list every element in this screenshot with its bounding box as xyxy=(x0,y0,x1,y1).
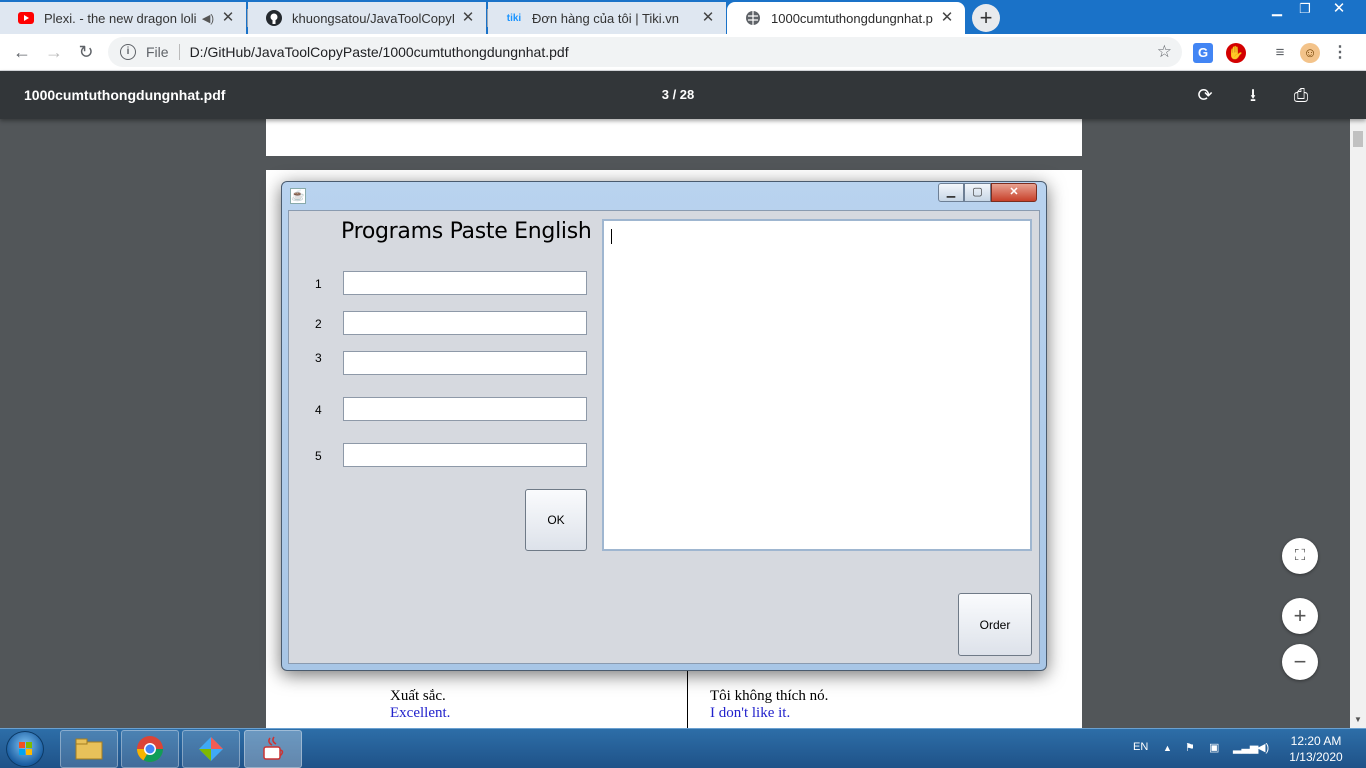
java-content-panel: Programs Paste English 1 2 3 4 5 OK Orde… xyxy=(288,210,1040,664)
english-field-3[interactable] xyxy=(343,351,587,375)
java-icon: ☕ xyxy=(290,188,306,204)
language-indicator[interactable]: EN xyxy=(1133,741,1148,753)
phrase-vietnamese: Xuất sắc. xyxy=(390,688,446,704)
device-icon[interactable]: ▣ xyxy=(1209,741,1219,754)
tab-tiki[interactable]: tiki Đơn hàng của tôi | Tiki.vn ✕ xyxy=(488,2,726,34)
close-tab-icon[interactable]: ✕ xyxy=(220,10,236,26)
tab-title: Plexi. - the new dragon loli g xyxy=(44,10,198,26)
close-tab-icon[interactable]: ✕ xyxy=(460,10,476,26)
taskbar-explorer[interactable] xyxy=(60,730,118,768)
page-indicator[interactable]: 3 / 28 xyxy=(0,87,1356,102)
phrase-vietnamese: Tôi không thích nó. xyxy=(710,688,829,704)
field-label-4: 4 xyxy=(315,403,322,417)
windows-taskbar: EN ▲ ⚑ ▣ ▂▃▅ ◀) 12:20 AM 1/13/2020 xyxy=(0,728,1366,768)
english-field-5[interactable] xyxy=(343,443,587,467)
fit-page-button[interactable]: ⛶ xyxy=(1282,538,1318,574)
rotate-icon[interactable]: ⟳ xyxy=(1193,83,1217,107)
reload-button[interactable]: ↻ xyxy=(74,40,98,64)
url-text[interactable]: D:/GitHub/JavaToolCopyPaste/1000cumtutho… xyxy=(190,44,569,60)
field-label-2: 2 xyxy=(315,317,322,331)
bookmark-star-icon[interactable]: ☆ xyxy=(1157,42,1172,62)
speaker-icon[interactable]: ◀) xyxy=(202,12,214,25)
taskbar-chrome[interactable] xyxy=(121,730,179,768)
pdf-page-previous xyxy=(266,119,1082,156)
google-translate-icon[interactable]: G xyxy=(1193,43,1213,63)
tab-title: Đơn hàng của tôi | Tiki.vn xyxy=(532,10,680,26)
info-icon[interactable]: i xyxy=(120,44,136,60)
browser-menu-icon[interactable]: ⋮ xyxy=(1330,43,1350,63)
java-icon xyxy=(263,736,284,760)
phrase-english: I don't like it. xyxy=(710,705,791,721)
clock-date: 1/13/2020 xyxy=(1289,750,1343,764)
close-button[interactable]: ✕ xyxy=(991,183,1037,202)
maximize-window-button[interactable]: ❐ xyxy=(1290,0,1320,20)
scroll-thumb[interactable] xyxy=(1353,131,1363,147)
forward-button[interactable]: → xyxy=(42,40,66,64)
close-tab-icon[interactable]: ✕ xyxy=(700,10,716,26)
folder-icon xyxy=(75,738,103,760)
network-signal-icon[interactable]: ▂▃▅ xyxy=(1233,741,1258,754)
youtube-icon xyxy=(18,10,34,26)
profile-avatar-icon[interactable]: ☺ xyxy=(1300,43,1320,63)
show-hidden-icons[interactable]: ▲ xyxy=(1163,743,1172,753)
field-label-3: 3 xyxy=(315,351,322,365)
ok-button[interactable]: OK xyxy=(525,489,587,551)
system-clock[interactable]: 12:20 AM 1/13/2020 xyxy=(1280,733,1352,765)
app-diamond-icon xyxy=(199,737,223,761)
app-title: Programs Paste English xyxy=(341,219,592,244)
taskbar-java[interactable] xyxy=(244,730,302,768)
tab-title: khuongsatou/JavaToolCopyPaste xyxy=(292,10,454,26)
phrase-english: Excellent. xyxy=(390,705,451,721)
omnibox-divider xyxy=(178,44,180,60)
browser-toolbar: ← → ↻ i File D:/GitHub/JavaToolCopyPaste… xyxy=(0,34,1366,71)
pdf-toolbar: 1000cumtuthongdungnhat.pdf 3 / 28 ⟳ ⭳ ⎙ xyxy=(0,71,1366,119)
back-button[interactable]: ← xyxy=(10,40,34,64)
start-button[interactable] xyxy=(6,731,44,767)
adblock-icon[interactable]: ✋ xyxy=(1226,43,1246,63)
close-window-button[interactable]: ✕ xyxy=(1324,0,1354,20)
english-field-1[interactable] xyxy=(343,271,587,295)
text-caret xyxy=(611,229,612,244)
taskbar-app[interactable] xyxy=(182,730,240,768)
minimize-button[interactable]: ▁ xyxy=(938,183,964,202)
action-center-flag-icon[interactable]: ⚑ xyxy=(1185,741,1195,754)
tab-pdf[interactable]: 1000cumtuthongdungnhat.pdf ✕ xyxy=(727,2,965,34)
maximize-button[interactable]: ▢ xyxy=(964,183,991,202)
english-field-2[interactable] xyxy=(343,311,587,335)
clock-time: 12:20 AM xyxy=(1290,734,1342,748)
zoom-out-button[interactable]: − xyxy=(1282,644,1318,680)
windows-logo-icon xyxy=(19,742,32,755)
order-button[interactable]: Order xyxy=(958,593,1032,656)
new-tab-button[interactable]: + xyxy=(972,4,1000,32)
browser-tab-strip: Plexi. - the new dragon loli g ◀) ✕ khuo… xyxy=(0,0,1366,34)
zoom-in-button[interactable]: + xyxy=(1282,598,1318,634)
tab-youtube[interactable]: Plexi. - the new dragon loli g ◀) ✕ xyxy=(0,2,246,34)
volume-icon[interactable]: ◀) xyxy=(1257,741,1269,754)
github-icon xyxy=(266,10,282,26)
tiki-icon: tiki xyxy=(506,12,522,24)
address-bar[interactable]: i File D:/GitHub/JavaToolCopyPaste/1000c… xyxy=(108,37,1182,67)
chrome-icon xyxy=(136,736,164,763)
media-control-icon[interactable]: ≡ xyxy=(1270,43,1290,63)
vertical-scrollbar[interactable]: ▲ ▼ xyxy=(1350,71,1366,728)
table-divider xyxy=(687,670,688,728)
download-icon[interactable]: ⭳ xyxy=(1241,83,1265,107)
java-app-window: ☕ ▁ ▢ ✕ Programs Paste English 1 2 3 4 5… xyxy=(281,181,1047,671)
close-tab-icon[interactable]: ✕ xyxy=(939,10,955,26)
scroll-down-arrow[interactable]: ▼ xyxy=(1350,713,1366,727)
print-icon[interactable]: ⎙ xyxy=(1289,83,1313,107)
output-textarea[interactable] xyxy=(602,219,1032,551)
tab-title: 1000cumtuthongdungnhat.pdf xyxy=(771,10,933,26)
field-label-1: 1 xyxy=(315,277,322,291)
tab-github[interactable]: khuongsatou/JavaToolCopyPaste ✕ xyxy=(248,2,486,34)
url-scheme: File xyxy=(146,44,169,60)
english-field-4[interactable] xyxy=(343,397,587,421)
field-label-5: 5 xyxy=(315,449,322,463)
globe-icon xyxy=(745,10,761,26)
minimize-window-button[interactable]: ▁ xyxy=(1262,0,1292,20)
